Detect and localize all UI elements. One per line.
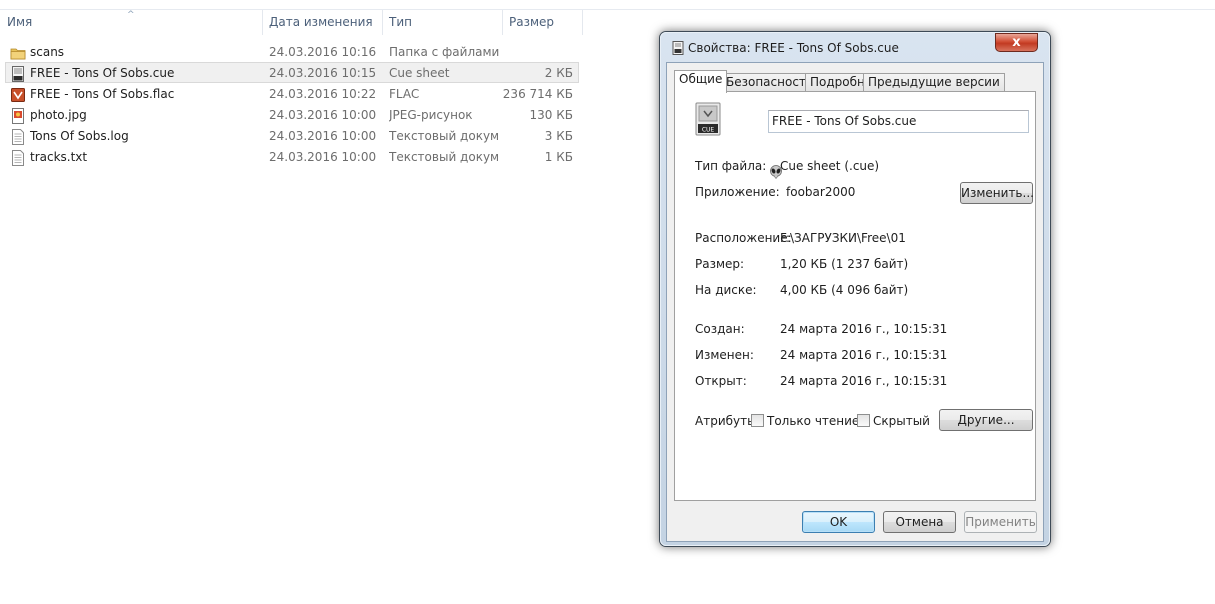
foobar2000-alien-icon	[770, 165, 782, 179]
file-date: 24.03.2016 10:00	[269, 129, 377, 143]
file-type: Папка с файлами	[389, 45, 499, 59]
advanced-attributes-button-label: Другие...	[957, 413, 1015, 427]
cancel-button[interactable]: Отмена	[883, 511, 956, 533]
properties-dialog: Свойства: FREE - Tons Of Sobs.cue x Общи…	[659, 31, 1051, 547]
file-type-label: Тип файла:	[695, 159, 767, 173]
opened-label: Открыт:	[695, 374, 747, 388]
column-header-size[interactable]: Размер	[502, 10, 582, 35]
file-row[interactable]: FREE - Tons Of Sobs.flac 24.03.2016 10:22…	[5, 83, 579, 104]
dialog-title: Свойства: FREE - Tons Of Sobs.cue	[688, 41, 899, 55]
file-size: 2 КБ	[544, 66, 573, 80]
folder-icon	[10, 45, 26, 61]
flac-file-icon	[10, 87, 26, 103]
tab-security[interactable]: Безопасность	[721, 73, 818, 92]
file-date: 24.03.2016 10:00	[269, 150, 377, 164]
file-type: Текстовый докум...	[389, 150, 499, 164]
general-panel: CUE FREE - Tons Of Sobs.cue Тип файла: C…	[674, 91, 1036, 501]
column-header-type-label: Тип	[389, 15, 412, 29]
size-on-disk-label: На диске:	[695, 283, 757, 297]
separator	[692, 215, 1028, 216]
tab-security-label: Безопасность	[726, 75, 813, 89]
apply-button-label: Применить	[965, 515, 1036, 529]
size-label: Размер:	[695, 257, 745, 271]
svg-text:CUE: CUE	[702, 127, 715, 134]
image-file-icon	[10, 108, 26, 124]
column-header-date[interactable]: Дата изменения	[262, 10, 382, 35]
readonly-label: Только чтение	[767, 414, 860, 428]
file-row[interactable]: FREE - Tons Of Sobs.cue 24.03.2016 10:15 C…	[5, 62, 579, 83]
file-size: 1 КБ	[544, 150, 573, 164]
file-row[interactable]: tracks.txt 24.03.2016 10:00 Текстовый доку…	[5, 146, 579, 167]
opened-value: 24 марта 2016 г., 10:15:31	[780, 374, 948, 388]
close-icon: x	[1012, 35, 1021, 50]
modified-value: 24 марта 2016 г., 10:15:31	[780, 348, 948, 362]
hidden-label: Скрытый	[873, 414, 930, 428]
modified-label: Изменен:	[695, 348, 754, 362]
file-date: 24.03.2016 10:15	[269, 66, 377, 80]
file-size: 236 714 КБ	[502, 87, 573, 101]
filename-field[interactable]: FREE - Tons Of Sobs.cue	[768, 110, 1029, 133]
column-header-size-label: Размер	[509, 15, 555, 29]
file-name: FREE - Tons Of Sobs.flac	[30, 87, 175, 101]
separator	[692, 148, 1028, 149]
file-name: tracks.txt	[30, 150, 88, 164]
close-button[interactable]: x	[995, 33, 1038, 52]
file-row[interactable]: photo.jpg 24.03.2016 10:00 JPEG-рисунок 130…	[5, 104, 579, 125]
tab-general-label: Общие	[679, 72, 723, 86]
hidden-checkbox[interactable]	[857, 414, 870, 427]
column-header-type[interactable]: Тип	[382, 10, 502, 35]
file-size: 130 КБ	[529, 108, 573, 122]
column-separator[interactable]	[582, 10, 583, 35]
file-name: FREE - Tons Of Sobs.cue	[30, 66, 175, 80]
column-header-name[interactable]: Имя	[0, 10, 263, 35]
file-type: Cue sheet	[389, 66, 450, 80]
created-value: 24 марта 2016 г., 10:15:31	[780, 322, 948, 336]
text-file-icon	[10, 129, 26, 145]
size-on-disk-value: 4,00 КБ (4 096 байт)	[780, 283, 909, 297]
cue-file-large-icon: CUE	[695, 102, 721, 136]
cue-file-icon	[10, 66, 26, 82]
text-file-icon	[10, 150, 26, 166]
file-type: FLAC	[389, 87, 420, 101]
file-name: photo.jpg	[30, 108, 87, 122]
file-row[interactable]: Tons Of Sobs.log 24.03.2016 10:00 Текстовы…	[5, 125, 579, 146]
file-date: 24.03.2016 10:00	[269, 108, 377, 122]
separator	[692, 398, 1028, 399]
ok-button[interactable]: OK	[802, 511, 875, 533]
apply-button[interactable]: Применить	[964, 511, 1037, 533]
explorer-top-border	[0, 0, 1215, 10]
advanced-attributes-button[interactable]: Другие...	[939, 409, 1033, 431]
dialog-titlebar[interactable]: Свойства: FREE - Tons Of Sobs.cue x	[666, 33, 1044, 58]
location-value: F:\ЗАГРУЗКИ\Free\01	[780, 231, 906, 245]
file-name: scans	[30, 45, 65, 59]
cue-file-icon	[672, 41, 684, 55]
column-header-name-label: Имя	[7, 15, 33, 29]
change-app-button-label: Изменить...	[961, 186, 1034, 200]
change-app-button[interactable]: Изменить...	[960, 182, 1034, 204]
file-type: JPEG-рисунок	[389, 108, 473, 122]
app-label: Приложение:	[695, 185, 780, 199]
separator	[692, 307, 1028, 308]
column-header-date-label: Дата изменения	[269, 15, 373, 29]
cancel-button-label: Отмена	[895, 515, 944, 529]
app-value: foobar2000	[786, 185, 856, 199]
ok-button-label: OK	[829, 515, 848, 529]
filename-value: FREE - Tons Of Sobs.cue	[772, 114, 917, 128]
dialog-client-area: Общие Безопасность Подробно Предыдущие в…	[666, 62, 1044, 542]
file-type-value: Cue sheet (.cue)	[780, 159, 880, 173]
size-value: 1,20 КБ (1 237 байт)	[780, 257, 909, 271]
file-name: Tons Of Sobs.log	[30, 129, 129, 143]
tab-previous-versions[interactable]: Предыдущие версии	[863, 73, 1005, 92]
tab-general[interactable]: Общие	[674, 70, 728, 93]
readonly-checkbox[interactable]	[751, 414, 764, 427]
file-date: 24.03.2016 10:16	[269, 45, 377, 59]
location-label: Расположение:	[695, 231, 792, 245]
file-size: 3 КБ	[544, 129, 573, 143]
file-date: 24.03.2016 10:22	[269, 87, 377, 101]
created-label: Создан:	[695, 322, 745, 336]
file-type: Текстовый докум...	[389, 129, 499, 143]
tab-previous-versions-label: Предыдущие версии	[868, 75, 1000, 89]
file-row[interactable]: scans 24.03.2016 10:16 Папка с файлами	[5, 41, 579, 62]
